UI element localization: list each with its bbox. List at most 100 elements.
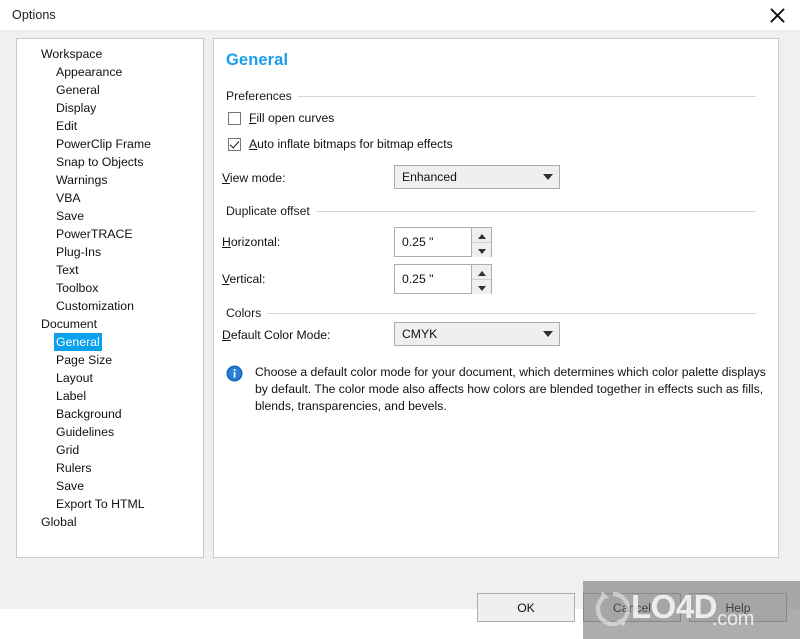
info-note: Choose a default color mode for your doc… [226,364,766,415]
tree-item-warnings[interactable]: Warnings [17,171,203,189]
dialog-body: Workspace Appearance General Display Edit Pow… [0,30,800,639]
default-color-mode-accel: D [222,328,231,342]
view-mode-label: View mode: [222,171,285,185]
tree-item-label: Text [56,263,79,277]
caret-down-icon [477,243,486,257]
tree-item-global[interactable]: Global [17,513,203,531]
close-button[interactable] [754,0,800,30]
tree-item-edit[interactable]: Edit [17,117,203,135]
tree-item-label: Workspace [41,47,103,61]
tree-item-label: Layout [56,371,93,385]
tree-item-label: General [54,333,102,351]
view-mode-dropdown[interactable]: Enhanced [394,165,560,189]
tree-item-appearance[interactable]: Appearance [17,63,203,81]
horizontal-rest: orizontal: [230,235,281,249]
options-dialog: Options Workspace Appearance General Displa… [0,0,800,639]
tree-item-layout[interactable]: Layout [17,369,203,387]
tree-item-powerclip-frame[interactable]: PowerClip Frame [17,135,203,153]
tree-item-vba[interactable]: VBA [17,189,203,207]
tree-item-general[interactable]: General [17,81,203,99]
auto-inflate-checkbox-row[interactable]: Auto inflate bitmaps for bitmap effects [228,137,453,151]
horizontal-label: Horizontal: [222,235,280,249]
view-mode-accel: V [222,171,230,185]
horizontal-value[interactable]: 0.25 " [395,228,471,256]
tree-item-label: General [56,83,100,97]
caret-down-icon [477,280,486,294]
default-color-mode-value: CMYK [402,327,438,341]
tree-item-label: Display [56,101,97,115]
tree-item-label: Guidelines [56,425,115,439]
fill-open-curves-checkbox[interactable] [228,111,241,125]
group-rule [315,210,756,212]
tree-item-toolbox[interactable]: Toolbox [17,279,203,297]
tree-item-workspace[interactable]: Workspace [17,45,203,63]
tree-item-page-size[interactable]: Page Size [17,351,203,369]
group-header-duplicate-offset: Duplicate offset [226,204,756,218]
tree-item-label: VBA [56,191,81,205]
fill-open-curves-rest: ill open curves [256,111,335,125]
tree-item-plug-ins[interactable]: Plug-Ins [17,243,203,261]
ok-button[interactable]: OK [477,593,575,622]
view-mode-rest: iew mode: [229,171,286,185]
vertical-rest: ertical: [229,272,266,286]
group-label: Colors [226,306,262,320]
vertical-spinner-down[interactable] [472,280,491,294]
tree-item-label[interactable]: Label [17,387,203,405]
group-label: Preferences [226,89,292,103]
tree-item-guidelines[interactable]: Guidelines [17,423,203,441]
tree-item-label: Edit [56,119,78,133]
group-rule [297,95,756,97]
tree-item-label: Toolbox [56,281,99,295]
options-tree[interactable]: Workspace Appearance General Display Edit Pow… [16,38,204,558]
chevron-down-icon [537,330,559,338]
cancel-button[interactable]: Cancel [583,593,681,622]
default-color-mode-dropdown[interactable]: CMYK [394,322,560,346]
tree-item-background[interactable]: Background [17,405,203,423]
tree-item-label: Grid [56,443,80,457]
tree-item-display[interactable]: Display [17,99,203,117]
tree-item-text[interactable]: Text [17,261,203,279]
horizontal-spinner-down[interactable] [472,243,491,257]
page-title: General [226,51,289,69]
help-button[interactable]: Help [689,593,787,622]
auto-inflate-label: Auto inflate bitmaps for bitmap effects [249,137,453,151]
tree-item-label: Page Size [56,353,113,367]
tree-item-snap-to-objects[interactable]: Snap to Objects [17,153,203,171]
tree-item-rulers[interactable]: Rulers [17,459,203,477]
tree-item-document[interactable]: Document [17,315,203,333]
horizontal-spinner[interactable]: 0.25 " [394,227,492,257]
horizontal-accel: H [222,235,231,249]
tree-item-label: Label [56,389,87,403]
group-label: Duplicate offset [226,204,310,218]
fill-open-curves-label: Fill open curves [249,111,334,125]
horizontal-spinner-up[interactable] [472,228,491,243]
tree-item-save[interactable]: Save [17,477,203,495]
tree-item-customization[interactable]: Customization [17,297,203,315]
vertical-value[interactable]: 0.25 " [395,265,471,293]
tree-item-export-to-html[interactable]: Export To HTML [17,495,203,513]
horizontal-spinner-buttons [471,228,491,257]
tree-item-grid[interactable]: Grid [17,441,203,459]
vertical-spinner-buttons [471,265,491,294]
general-settings-panel: General Preferences Fill open curves Aut… [213,38,779,558]
tree-item-label: Save [56,209,85,223]
tree-item-powertrace[interactable]: PowerTRACE [17,225,203,243]
group-header-colors: Colors [226,306,756,320]
vertical-spinner[interactable]: 0.25 " [394,264,492,294]
tree-item-save[interactable]: Save [17,207,203,225]
tree-item-label: Warnings [56,173,108,187]
fill-open-curves-checkbox-row[interactable]: Fill open curves [228,111,334,125]
info-icon [226,365,243,382]
auto-inflate-checkbox[interactable] [228,137,241,151]
tree-item-label: Snap to Objects [56,155,144,169]
tree-item-label: PowerClip Frame [56,137,151,151]
tree-item-label: Global [41,515,77,529]
default-color-mode-rest: efault Color Mode: [230,328,331,342]
default-color-mode-label: Default Color Mode: [222,328,330,342]
tree-item-label: Appearance [56,65,123,79]
tree-item-general[interactable]: General [17,333,203,351]
group-rule [267,312,756,314]
vertical-spinner-up[interactable] [472,265,491,280]
tree-item-label: PowerTRACE [56,227,133,241]
caret-up-icon [477,265,486,279]
